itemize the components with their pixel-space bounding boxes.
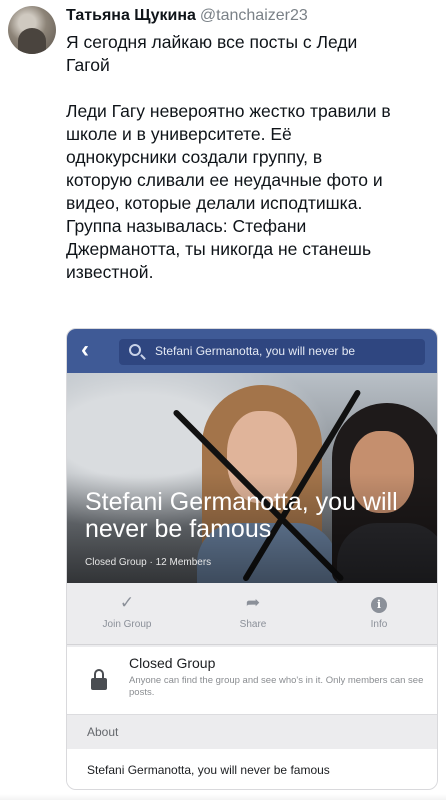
search-field[interactable]: Stefani Germanotta, you will never be: [119, 339, 425, 365]
info-icon: i: [368, 593, 390, 613]
about-text: Stefani Germanotta, you will never be fa…: [87, 763, 330, 777]
facebook-top-bar: ‹ Stefani Germanotta, you will never be: [67, 329, 437, 373]
about-header: About: [67, 715, 437, 749]
join-group-label: Join Group: [102, 619, 152, 630]
tweet-paragraph-2: Леди Гагу невероятно жестко травили в шк…: [66, 101, 391, 282]
group-actions: ✓ Join Group ➦ Share i Info: [67, 583, 437, 645]
author-handle[interactable]: @tanchaizer23: [200, 7, 308, 24]
lock-icon: [91, 669, 107, 691]
about-label: About: [87, 725, 119, 739]
group-meta: Closed Group · 12 Members: [85, 557, 212, 568]
share-button[interactable]: ➦ Share: [203, 593, 303, 630]
info-label: Info: [370, 619, 388, 630]
tweet-text: Я сегодня лайкаю все посты с Леди Гагой …: [66, 31, 440, 284]
search-icon: [129, 344, 141, 356]
avatar[interactable]: [8, 6, 56, 54]
back-arrow-icon[interactable]: ‹: [81, 337, 89, 363]
about-content: Stefani Germanotta, you will never be fa…: [67, 749, 437, 789]
info-button[interactable]: i Info: [329, 593, 429, 630]
checkmark-icon: ✓: [119, 593, 135, 612]
search-text: Stefani Germanotta, you will never be: [155, 344, 356, 358]
join-group-button[interactable]: ✓ Join Group: [77, 593, 177, 630]
share-arrow-icon: ➦: [245, 593, 261, 612]
group-cover-photo: Stefani Germanotta, you will never be fa…: [67, 373, 437, 583]
tweet-header: Татьяна Щукина @tanchaizer23: [66, 6, 308, 26]
share-label: Share: [239, 619, 267, 630]
group-name: Stefani Germanotta, you will never be fa…: [85, 488, 398, 543]
closed-group-description: Anyone can find the group and see who's …: [129, 675, 424, 698]
closed-group-section: Closed Group Anyone can find the group a…: [67, 647, 437, 715]
author-name[interactable]: Татьяна Щукина: [66, 7, 196, 24]
embedded-screenshot[interactable]: ‹ Stefani Germanotta, you will never be …: [66, 328, 438, 790]
tweet-paragraph-1: Я сегодня лайкаю все посты с Леди Гагой: [66, 32, 358, 75]
tweet-bottom-edge: [0, 794, 446, 800]
closed-group-title: Closed Group: [129, 655, 216, 671]
